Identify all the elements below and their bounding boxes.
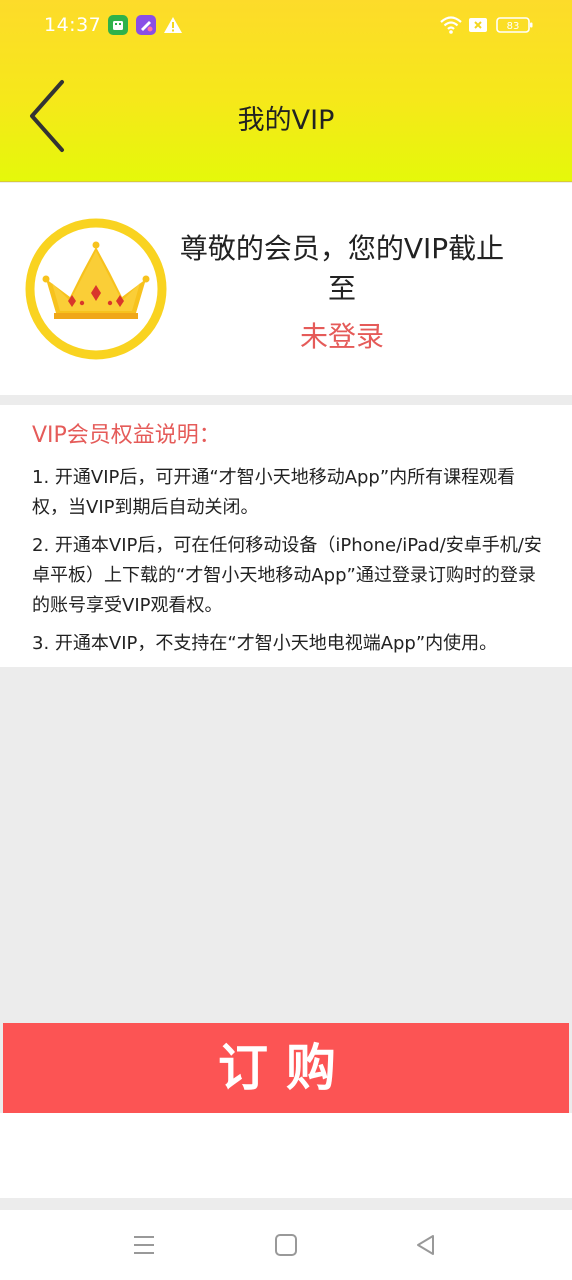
bottom-spacer: [0, 1113, 572, 1198]
crown-icon: [24, 217, 168, 361]
member-card: 尊敬的会员，您的VIP截止至 未登录: [0, 183, 572, 395]
app-header: 14:37 83 我的VIP: [0, 0, 572, 182]
page-title: 我的VIP: [237, 105, 335, 136]
status-bar: 14:37 83: [0, 0, 572, 52]
warning-icon: [163, 15, 183, 35]
battery-level: 83: [507, 21, 520, 32]
menu-icon[interactable]: [131, 1232, 157, 1258]
benefit-item: 3. 开通本VIP，不支持在“才智小天地电视端App”内使用。: [32, 633, 498, 654]
order-button[interactable]: 订购: [3, 1023, 569, 1113]
benefit-item: 1. 开通VIP后，可开通“才智小天地移动App”内所有课程观看权，当VIP到期…: [32, 467, 516, 518]
wifi-icon: [440, 15, 462, 35]
battery-icon: 83: [496, 15, 534, 35]
vip-expiry-greeting: 尊敬的会员，您的VIP截止至: [179, 232, 505, 305]
home-icon[interactable]: [273, 1232, 299, 1258]
login-status[interactable]: 未登录: [172, 315, 512, 355]
sim-icon: [468, 15, 488, 35]
benefit-item: 2. 开通本VIP后，可在任何移动设备（iPhone/iPad/安卓手机/安卓平…: [32, 535, 542, 616]
system-nav-bar: [0, 1210, 572, 1280]
vip-benefits-section: VIP会员权益说明： 1. 开通VIP后，可开通“才智小天地移动App”内所有课…: [0, 405, 572, 667]
app-icon-purple: [136, 15, 156, 35]
app-icon-green: [108, 15, 128, 35]
status-time: 14:37: [44, 14, 102, 36]
back-icon[interactable]: [413, 1232, 439, 1258]
benefits-title: VIP会员权益说明：: [32, 423, 221, 448]
